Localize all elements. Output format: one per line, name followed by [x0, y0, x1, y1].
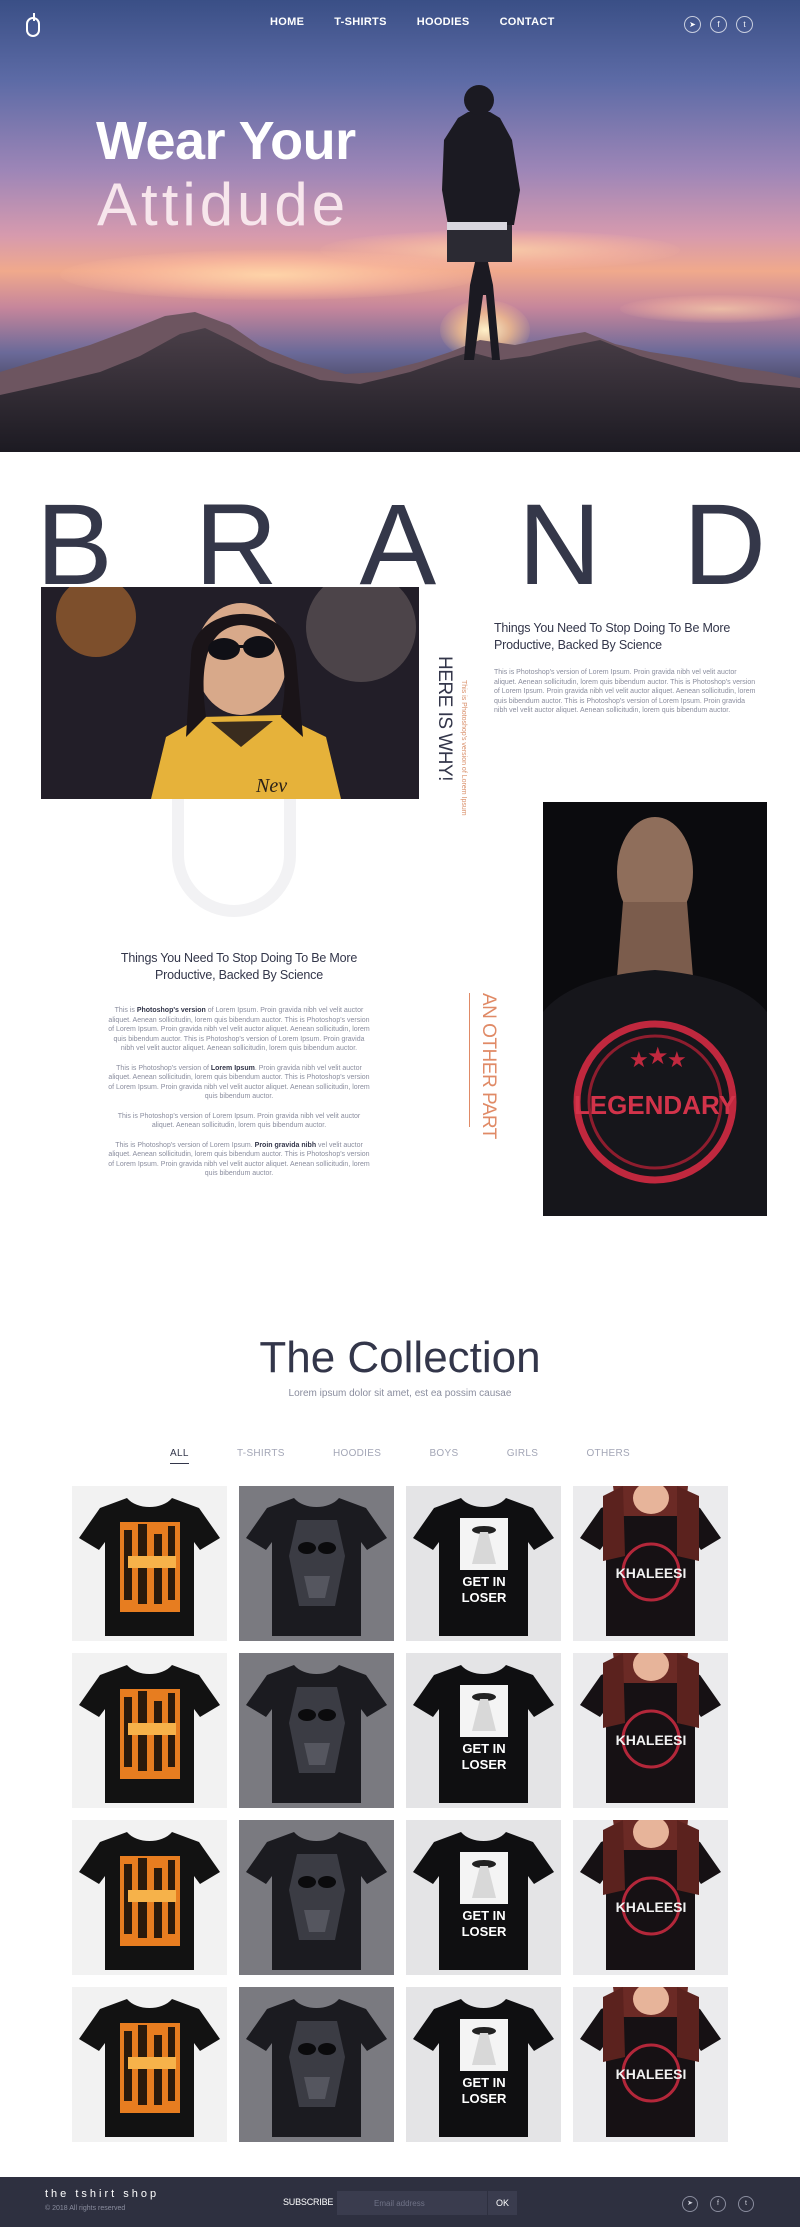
block2-heading-line1: Things You Need To Stop Doing To Be More	[120, 951, 358, 965]
get-in-loser-tshirt-card[interactable]: GET IN LOSER	[406, 1653, 561, 1808]
svg-text:★: ★	[667, 1047, 687, 1072]
brand-text-block-1: Things You Need To Stop Doing To Be More…	[494, 620, 758, 716]
brand-letter: D	[682, 481, 766, 609]
brand-letter: B	[36, 481, 113, 609]
footer-social: ➤ f t	[682, 2196, 754, 2212]
tab-hoodies[interactable]: HOODIES	[333, 1448, 381, 1464]
legendary-shirt-text: LEGENDARY	[574, 1090, 736, 1120]
telegram-icon[interactable]: ➤	[684, 16, 701, 33]
tab-boys[interactable]: BOYS	[429, 1448, 458, 1464]
khaleesi-tshirt-card[interactable]: KHALEESI	[573, 1820, 728, 1975]
orange-graphic-tshirt-card[interactable]	[72, 1820, 227, 1975]
tab-tshirts[interactable]: T-SHIRTS	[237, 1448, 285, 1464]
facebook-icon[interactable]: f	[710, 16, 727, 33]
footer-copyright: © 2018 All rights reserved	[45, 2205, 126, 2212]
shirt-text-line1: GET IN	[462, 1574, 505, 1589]
svg-text:Nev: Nev	[255, 775, 287, 797]
block2-paragraph-2: This is Photoshop's version of Lorem Ips…	[108, 1064, 370, 1101]
brand-text-block-2: Things You Need To Stop Doing To Be More…	[108, 950, 370, 1179]
brand-letter: N	[518, 481, 602, 609]
svg-text:★: ★	[647, 1043, 669, 1070]
shirt-text-line1: GET IN	[462, 1908, 505, 1923]
khaleesi-tshirt-card[interactable]: KHALEESI	[573, 1653, 728, 1808]
block1-paragraph: This is Photoshop's version of Lorem Ips…	[494, 669, 756, 714]
main-nav: HOME T-SHIRTS HOODIES CONTACT	[270, 16, 585, 28]
svg-text:★: ★	[629, 1047, 649, 1072]
collection-title: The Collection	[259, 1333, 541, 1382]
get-in-loser-tshirt-card[interactable]: GET IN LOSER	[406, 1486, 561, 1641]
hero-title-line1: Wear Your	[96, 111, 356, 171]
hero-banner: HOME T-SHIRTS HOODIES CONTACT ➤ f t Wear…	[0, 0, 800, 452]
hero-title-line2: Attidude	[97, 171, 350, 238]
brand-letter: A	[359, 481, 437, 609]
tab-all[interactable]: ALL	[170, 1448, 189, 1464]
skull-mask-tshirt-card[interactable]	[239, 1653, 394, 1808]
shirt-text-khaleesi: KHALEESI	[616, 1732, 687, 1748]
nav-tshirts[interactable]: T-SHIRTS	[334, 16, 387, 28]
header-social: ➤ f t	[684, 16, 753, 33]
shirt-text-line2: LOSER	[462, 1757, 507, 1772]
facebook-icon[interactable]: f	[710, 2196, 726, 2212]
logo-icon[interactable]	[26, 13, 40, 37]
shirt-text-line2: LOSER	[462, 1590, 507, 1605]
shirt-text-khaleesi: KHALEESI	[616, 1565, 687, 1581]
here-is-why-vertical-title: HERE IS WHY!	[434, 656, 455, 781]
email-field[interactable]	[337, 2191, 487, 2215]
twitter-icon[interactable]: t	[736, 16, 753, 33]
shirt-text-line1: GET IN	[462, 1741, 505, 1756]
block2-paragraph-1: This is Photoshop's version of Lorem Ips…	[108, 1007, 370, 1052]
footer-brand: the tshirt shop	[45, 2188, 160, 2200]
product-grid: GET IN LOSER KHALEESI GET IN LOSER KHALEESI GE…	[72, 1486, 728, 2142]
brand-word: B R A N D	[36, 488, 766, 603]
collection-filter-tabs: ALL T-SHIRTS HOODIES BOYS GIRLS OTHERS	[170, 1448, 630, 1464]
block1-heading-line1: Things You Need To Stop Doing To Be More	[494, 621, 731, 635]
accent-divider	[469, 993, 470, 1127]
block2-heading-line2: Productive, Backed By Science	[155, 968, 323, 982]
vertical-caption: This is Photoshop's version of Lorem Ips…	[460, 680, 467, 816]
footer: the tshirt shop © 2018 All rights reserv…	[0, 2177, 800, 2227]
skull-mask-tshirt-card[interactable]	[239, 1486, 394, 1641]
man-legendary-shirt-photo: ★ ★ ★ LEGENDARY	[543, 802, 767, 1216]
skull-mask-tshirt-card[interactable]	[239, 1987, 394, 2142]
block2-paragraph-4: This is Photoshop's version of Lorem Ips…	[108, 1141, 370, 1178]
shirt-text-line2: LOSER	[462, 2091, 507, 2106]
nav-hoodies[interactable]: HOODIES	[417, 16, 470, 28]
shirt-text-line1: GET IN	[462, 2075, 505, 2090]
shirt-text-khaleesi: KHALEESI	[616, 1899, 687, 1915]
another-part-vertical-title: AN OTHER PART	[478, 993, 499, 1139]
tab-girls[interactable]: GIRLS	[507, 1448, 539, 1464]
get-in-loser-tshirt-card[interactable]: GET IN LOSER	[406, 1820, 561, 1975]
brand-letter: R	[194, 481, 278, 609]
telegram-icon[interactable]: ➤	[682, 2196, 698, 2212]
block1-heading-line2: Productive, Backed By Science	[494, 638, 662, 652]
woman-sunglasses-photo: Nev	[41, 587, 419, 799]
block2-paragraph-3: This is Photoshop's version of Lorem Ips…	[117, 1112, 361, 1130]
subscribe-ok-button[interactable]: OK	[487, 2191, 517, 2215]
shirt-text-line2: LOSER	[462, 1924, 507, 1939]
subscribe-label: SUBSCRIBE	[283, 2197, 334, 2207]
khaleesi-tshirt-card[interactable]: KHALEESI	[573, 1987, 728, 2142]
skull-mask-tshirt-card[interactable]	[239, 1820, 394, 1975]
orange-graphic-tshirt-card[interactable]	[72, 1653, 227, 1808]
tab-others[interactable]: OTHERS	[586, 1448, 629, 1464]
khaleesi-tshirt-card[interactable]: KHALEESI	[573, 1486, 728, 1641]
orange-graphic-tshirt-card[interactable]	[72, 1486, 227, 1641]
shirt-text-khaleesi: KHALEESI	[616, 2066, 687, 2082]
orange-graphic-tshirt-card[interactable]	[72, 1987, 227, 2142]
get-in-loser-tshirt-card[interactable]: GET IN LOSER	[406, 1987, 561, 2142]
nav-contact[interactable]: CONTACT	[500, 16, 555, 28]
collection-subtitle: Lorem ipsum dolor sit amet, est ea possi…	[288, 1388, 512, 1399]
nav-home[interactable]: HOME	[270, 16, 304, 28]
twitter-icon[interactable]: t	[738, 2196, 754, 2212]
